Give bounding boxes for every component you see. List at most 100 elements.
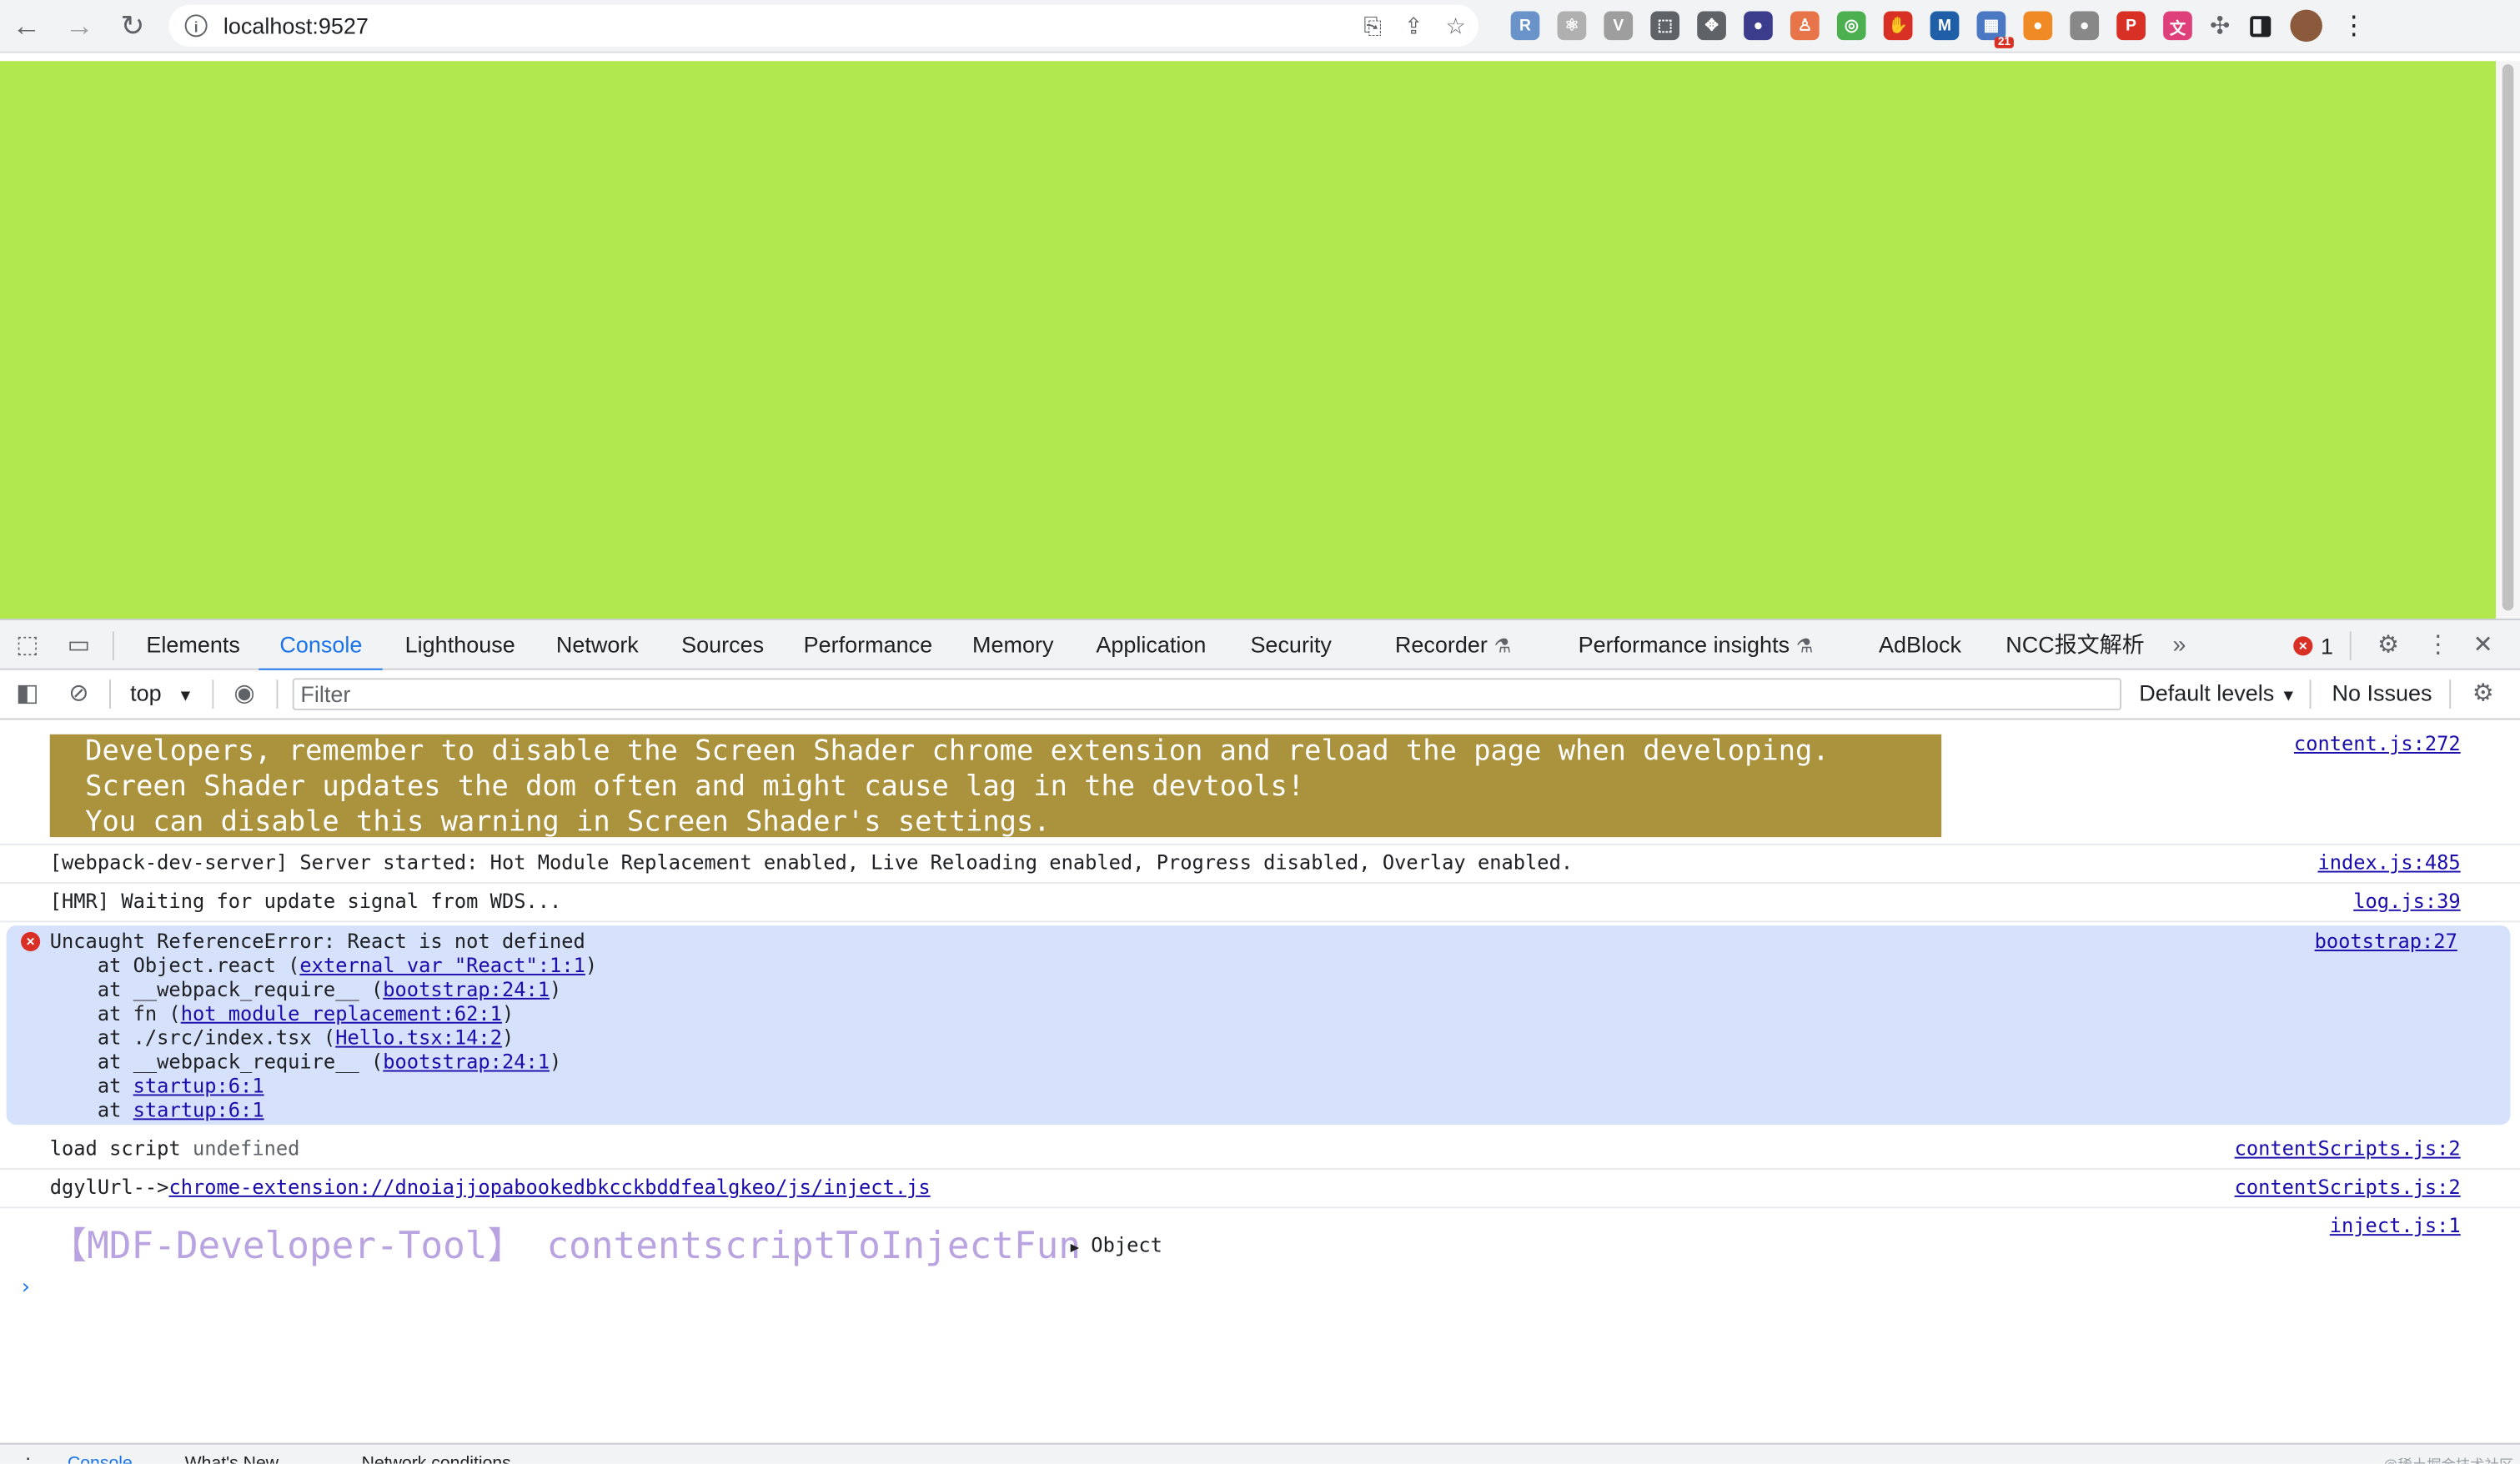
- tab-application[interactable]: Application: [1096, 620, 1206, 670]
- tab-ncc-[interactable]: NCC报文解析: [2005, 620, 2144, 670]
- avatar[interactable]: [2289, 9, 2322, 43]
- stack-frame-link[interactable]: startup:6:1: [133, 1075, 264, 1097]
- react-devtools-icon[interactable]: ⚛: [1557, 11, 1587, 41]
- stack-frame: at ./src/index.tsx (Hello.tsx:14:2): [49, 1026, 515, 1050]
- source-link[interactable]: contentScripts.js:2: [2235, 1176, 2461, 1199]
- tab-label: Elements: [146, 631, 240, 658]
- stack-frame-link[interactable]: hot module replacement:62:1: [181, 1003, 502, 1025]
- console-settings-icon[interactable]: ⚙: [2468, 679, 2497, 709]
- tab-adblock[interactable]: AdBlock: [1879, 620, 1961, 670]
- kebab-menu-icon[interactable]: ⋮: [2341, 10, 2367, 43]
- log-levels-dropdown[interactable]: Default levels ▼: [2139, 679, 2297, 705]
- puzzle-extensions-icon[interactable]: ✣: [2210, 11, 2230, 40]
- issues-button[interactable]: No Issues: [2332, 679, 2432, 705]
- devtools-menu-icon[interactable]: ⋮: [2423, 631, 2452, 660]
- settings-gear-icon[interactable]: ⚙: [2374, 631, 2403, 660]
- tab-network[interactable]: Network: [556, 620, 639, 670]
- move-icon[interactable]: ✥: [1697, 11, 1726, 41]
- tab-label: NCC报文解析: [2005, 631, 2145, 658]
- screenshot-icon[interactable]: ⬚: [1650, 11, 1680, 41]
- share-icon[interactable]: ⇪: [1404, 12, 1423, 39]
- source-link[interactable]: bootstrap:27: [2315, 930, 2457, 953]
- drawer-tab-network-conditions[interactable]: Network conditions: [362, 1454, 511, 1464]
- reload-icon[interactable]: ↻: [106, 0, 159, 53]
- context-selector[interactable]: top ▼: [130, 679, 193, 705]
- back-icon[interactable]: ←: [0, 0, 53, 53]
- console-filter-input[interactable]: [292, 678, 2122, 710]
- extension-url-link[interactable]: chrome-extension://dnoiajjopabookedbkcck…: [168, 1176, 930, 1199]
- site-info-icon[interactable]: i: [184, 14, 208, 38]
- source-link[interactable]: log.js:39: [2353, 890, 2460, 913]
- stack-frame: at __webpack_require__ (bootstrap:24:1): [49, 978, 562, 1001]
- error-counter[interactable]: × 1: [2293, 633, 2333, 659]
- page-scrollbar[interactable]: [2496, 61, 2520, 619]
- tab-label: Performance insights: [1578, 631, 1790, 658]
- scrollbar-thumb[interactable]: [2502, 64, 2514, 611]
- translate-icon[interactable]: ⎘: [1363, 12, 1382, 39]
- source-link[interactable]: content.js:272: [2294, 733, 2461, 755]
- stack-frame: at fn (hot module replacement:62:1): [49, 1002, 515, 1025]
- adblock-icon[interactable]: ✋: [1883, 11, 1913, 41]
- caret-down-icon: ▼: [2280, 687, 2297, 706]
- tab-recorder[interactable]: Recorder ⚗: [1395, 620, 1511, 670]
- stack-frame-link[interactable]: bootstrap:24:1: [383, 979, 550, 1001]
- stack-frame-link[interactable]: external var "React":1:1: [299, 955, 585, 977]
- translate-ext-icon[interactable]: 文: [2163, 11, 2192, 41]
- inspect-element-icon[interactable]: ⬚: [13, 631, 42, 660]
- stack-frame: at __webpack_require__ (bootstrap:24:1): [49, 1050, 562, 1074]
- device-toolbar-icon[interactable]: ▭: [64, 631, 93, 660]
- stack-frame: at startup:6:1: [49, 1099, 264, 1122]
- tab-performance[interactable]: Performance: [804, 620, 932, 670]
- ball-icon[interactable]: ●: [2023, 11, 2053, 41]
- stack-frame: at startup:6:1: [49, 1075, 264, 1098]
- bottom-drawer: ⋮ Console What's New Network conditions …: [0, 1442, 2520, 1464]
- stack-frame-link[interactable]: startup:6:1: [133, 1099, 264, 1121]
- drawer-tab-console[interactable]: Console: [68, 1454, 133, 1464]
- screen-shader-warning: Developers, remember to disable the Scre…: [49, 734, 1942, 840]
- m-icon[interactable]: M: [1930, 11, 1960, 41]
- tab-label: Sources: [681, 631, 765, 658]
- vue-devtools-icon[interactable]: V: [1604, 11, 1634, 41]
- console-error-message: × Uncaught ReferenceError: React is not …: [6, 925, 2511, 1126]
- console-prompt-icon[interactable]: ›: [19, 1276, 32, 1300]
- omnibox-actions: ⎘ ⇪ ☆: [1363, 5, 1465, 47]
- object-expander[interactable]: ▶ Object: [1071, 1234, 1162, 1256]
- hierarchy-icon[interactable]: ♙: [1790, 11, 1820, 41]
- close-devtools-icon[interactable]: ✕: [2468, 631, 2497, 660]
- tab-sources[interactable]: Sources: [681, 620, 764, 670]
- tab-security[interactable]: Security: [1250, 620, 1331, 670]
- browser-toolbar: ← → ↻ i localhost:9527 ⎘ ⇪ ☆ R ⚛ V ⬚ ✥ ● ♙ ◎ ✋ M ▦…: [0, 0, 2520, 53]
- tab-memory[interactable]: Memory: [972, 620, 1053, 670]
- log-levels-label: Default levels: [2139, 679, 2275, 706]
- grid-badge-icon[interactable]: ▦ 21: [1976, 11, 2014, 48]
- tab-elements[interactable]: Elements: [146, 620, 239, 670]
- address-bar[interactable]: i localhost:9527 ⎘ ⇪ ☆: [168, 4, 1479, 47]
- r-ext-icon[interactable]: R: [1510, 11, 1540, 41]
- chrome-circle-icon[interactable]: ◎: [1836, 11, 1866, 41]
- stack-frame-link[interactable]: Hello.tsx:14:2: [335, 1027, 502, 1050]
- stack-frame-link[interactable]: bootstrap:24:1: [383, 1050, 550, 1073]
- more-tabs-icon[interactable]: »: [2165, 631, 2194, 660]
- console-messages: Developers, remember to disable the Scre…: [0, 719, 2520, 1442]
- source-link[interactable]: contentScripts.js:2: [2235, 1138, 2461, 1161]
- address-url[interactable]: localhost:9527: [223, 13, 369, 38]
- message-text: [webpack-dev-server] Server started: Hot…: [49, 851, 1574, 875]
- source-link[interactable]: inject.js:1: [2330, 1215, 2461, 1237]
- side-panel-icon[interactable]: [2249, 15, 2271, 37]
- color-picker-icon[interactable]: ●: [1744, 11, 1773, 41]
- bookmark-star-icon[interactable]: ☆: [1445, 12, 1465, 39]
- source-link[interactable]: index.js:485: [2317, 851, 2460, 874]
- pdf-icon[interactable]: P: [2116, 11, 2146, 41]
- clear-console-icon[interactable]: ⊘: [64, 679, 93, 709]
- tab-console[interactable]: Console: [259, 620, 384, 672]
- drawer-menu-icon[interactable]: ⋮: [19, 1454, 37, 1464]
- gray-circle-icon[interactable]: ●: [2070, 11, 2100, 41]
- tab-performance-insights[interactable]: Performance insights ⚗: [1579, 620, 1814, 670]
- forward-icon[interactable]: →: [53, 0, 107, 53]
- drawer-tab-whats-new[interactable]: What's New: [185, 1454, 279, 1464]
- tab-lighthouse[interactable]: Lighthouse: [405, 620, 515, 670]
- sidebar-toggle-icon[interactable]: ◧: [13, 679, 42, 709]
- error-icon: ×: [2293, 636, 2313, 656]
- banner-line: You can disable this warning in Screen S…: [85, 806, 1051, 840]
- live-expression-eye-icon[interactable]: ◉: [230, 679, 259, 709]
